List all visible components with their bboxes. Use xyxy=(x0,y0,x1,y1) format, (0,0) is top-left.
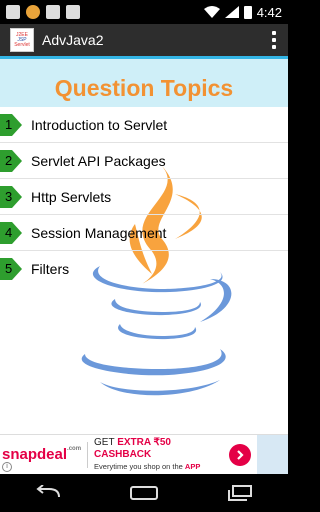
app-icon[interactable]: J2EE JSP Servlet xyxy=(10,28,34,52)
recents-icon[interactable] xyxy=(220,474,260,512)
image-icon xyxy=(66,5,80,19)
ad-brand-logo: snapdeal.com xyxy=(2,446,82,463)
page-title: Question Topics xyxy=(54,75,234,101)
overflow-menu-icon[interactable] xyxy=(260,24,288,56)
topic-label: Filters xyxy=(31,261,70,277)
ad-arrow-icon[interactable] xyxy=(228,443,251,466)
whatsapp-icon xyxy=(6,5,20,19)
topic-label: Servlet API Packages xyxy=(31,153,166,169)
navigation-bar xyxy=(0,474,288,512)
action-bar: J2EE JSP Servlet AdvJava2 xyxy=(0,24,288,56)
topic-label: Session Management xyxy=(31,225,167,241)
music-icon xyxy=(26,5,40,19)
topic-arrow-icon: 2 xyxy=(0,150,22,172)
ad-divider xyxy=(87,441,89,468)
notification-off-icon xyxy=(46,5,60,19)
topic-arrow-icon: 1 xyxy=(0,114,22,136)
topic-item[interactable]: 3 Http Servlets xyxy=(0,179,288,215)
topic-item[interactable]: 4 Session Management xyxy=(0,215,288,251)
topic-arrow-icon: 5 xyxy=(0,258,22,280)
topic-item[interactable]: 5 Filters xyxy=(0,251,288,287)
ad-banner[interactable]: snapdeal.com GET EXTRA ₹50 CASHBACK Ever… xyxy=(0,434,288,475)
ad-info-icon[interactable]: i xyxy=(2,462,12,472)
topic-label: Introduction to Servlet xyxy=(31,117,168,133)
home-icon[interactable] xyxy=(124,474,164,512)
app-title: AdvJava2 xyxy=(42,32,104,48)
wifi-icon xyxy=(203,6,220,18)
status-bar: 4:42 xyxy=(0,0,288,24)
ad-side-image xyxy=(256,434,288,475)
ad-text: GET EXTRA ₹50 CASHBACK Everytime you sho… xyxy=(94,436,201,471)
main-content: Question Topics 1 Introduction to Servle… xyxy=(0,59,288,434)
status-time: 4:42 xyxy=(256,4,282,20)
topic-item[interactable]: 1 Introduction to Servlet xyxy=(0,107,288,143)
topic-arrow-icon: 3 xyxy=(0,186,22,208)
topic-list: 1 Introduction to Servlet 2 Servlet API … xyxy=(0,107,288,287)
signal-icon xyxy=(224,6,239,18)
topic-arrow-icon: 4 xyxy=(0,222,22,244)
battery-icon xyxy=(243,5,252,19)
topic-label: Http Servlets xyxy=(31,189,112,205)
topic-item[interactable]: 2 Servlet API Packages xyxy=(0,143,288,179)
back-icon[interactable] xyxy=(28,474,68,512)
